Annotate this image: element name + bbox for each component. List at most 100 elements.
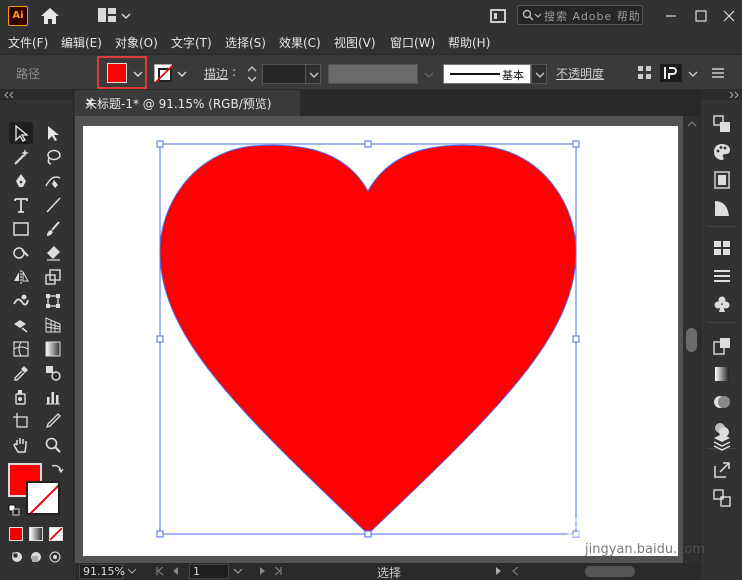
first-artboard-icon[interactable] (155, 566, 165, 576)
asset-export-icon[interactable] (712, 336, 732, 356)
graphic-styles-icon[interactable] (712, 170, 732, 190)
symbol-sprayer-tool[interactable] (9, 386, 33, 408)
eraser-tool[interactable] (41, 242, 65, 264)
blend-tool[interactable] (41, 362, 65, 384)
stroke-dropdown-chevron-icon[interactable] (177, 69, 187, 79)
zoom-dropdown-chevron-icon[interactable] (127, 566, 137, 576)
close-window-button[interactable] (712, 0, 742, 32)
menu-help[interactable]: 帮助(H) (448, 34, 490, 51)
brush-definition[interactable]: 基本 (443, 64, 531, 84)
status-menu-icon[interactable] (493, 566, 503, 576)
stroke-color-swatch[interactable] (154, 64, 173, 83)
reflect-tool[interactable] (9, 266, 33, 288)
artboard-number-input[interactable]: 1 (189, 564, 229, 579)
warp-tool[interactable] (9, 290, 33, 312)
swap-fill-stroke-icon[interactable] (50, 462, 64, 476)
vertical-scroll-thumb[interactable] (686, 328, 697, 352)
lasso-tool[interactable] (41, 146, 65, 168)
artboard-dropdown-chevron-icon[interactable] (233, 566, 243, 576)
opacity-label[interactable]: 不透明度 (556, 65, 604, 82)
menu-select[interactable]: 选择(S) (225, 34, 266, 51)
line-segment-tool[interactable] (41, 194, 65, 216)
menu-window[interactable]: 窗口(W) (390, 34, 435, 51)
fill-color-swatch[interactable] (107, 63, 127, 83)
gradient-mode-button[interactable] (29, 527, 43, 541)
stroke-weight-dropdown[interactable] (305, 64, 321, 84)
arrange-documents-icon[interactable] (490, 9, 506, 23)
workspace-layout-icon[interactable] (98, 8, 116, 22)
menu-effect[interactable]: 效果(C) (279, 34, 321, 51)
slice-tool[interactable] (41, 410, 65, 432)
next-artboard-icon[interactable] (257, 566, 267, 576)
stroke-color-box[interactable] (26, 481, 60, 515)
stroke-label[interactable]: 描边 (204, 65, 228, 82)
gradient-swatch-icon[interactable] (712, 364, 732, 384)
mesh-tool[interactable] (9, 338, 33, 360)
heart-shape[interactable] (159, 144, 577, 535)
menu-view[interactable]: 视图(V) (334, 34, 376, 51)
scale-tool[interactable] (41, 266, 65, 288)
color-mode-button[interactable] (9, 527, 23, 541)
menu-type[interactable]: 文字(T) (171, 34, 212, 51)
last-artboard-icon[interactable] (273, 566, 283, 576)
gradient-tool[interactable] (41, 338, 65, 360)
transform-panel-icon[interactable] (712, 114, 732, 134)
panel-menu-icon[interactable] (710, 65, 726, 81)
close-tab-button[interactable]: × (85, 95, 99, 109)
drawing-modes-icon[interactable] (9, 549, 69, 565)
canvas-area[interactable] (75, 116, 683, 563)
menu-object[interactable]: 对象(O) (115, 34, 158, 51)
fill-dropdown-chevron-icon[interactable] (133, 69, 143, 79)
direct-selection-tool[interactable] (41, 122, 65, 144)
menu-file[interactable]: 文件(F) (8, 34, 48, 51)
zoom-level-input[interactable]: 91.15% (79, 564, 125, 579)
shape-builder-tool[interactable] (9, 314, 33, 336)
recolor-artwork-icon[interactable] (660, 64, 682, 82)
dock-collapse-strip[interactable] (701, 90, 742, 100)
rectangle-tool[interactable] (9, 218, 33, 240)
toolbar-collapse-strip[interactable] (0, 90, 74, 100)
hand-tool[interactable] (9, 434, 33, 456)
column-graph-tool[interactable] (41, 386, 65, 408)
shaper-tool[interactable] (9, 242, 33, 264)
artboard[interactable] (83, 126, 678, 556)
chevron-down-icon[interactable] (688, 69, 698, 79)
home-icon[interactable] (40, 7, 60, 25)
color-palette-icon[interactable] (712, 142, 732, 162)
search-help-input[interactable]: 搜索 Adobe 帮助 (517, 5, 643, 25)
scroll-left-icon[interactable] (511, 566, 521, 576)
symbols-club-icon[interactable] (712, 294, 732, 314)
transparency-icon[interactable] (712, 392, 732, 412)
none-mode-button[interactable] (49, 527, 63, 541)
type-tool[interactable] (9, 194, 33, 216)
brushes-panel-icon[interactable] (712, 266, 732, 286)
pen-tool[interactable] (9, 170, 33, 192)
chevron-down-icon[interactable] (121, 11, 131, 21)
stroke-weight-input[interactable] (262, 64, 306, 84)
stroke-weight-stepper-icon[interactable] (245, 64, 259, 84)
vertical-scrollbar[interactable] (683, 116, 700, 563)
free-transform-tool[interactable] (41, 290, 65, 312)
swatches-panel-icon[interactable] (712, 238, 732, 258)
perspective-grid-tool[interactable] (41, 314, 65, 336)
chevron-down-icon[interactable] (424, 70, 434, 80)
artboard-tool[interactable] (9, 410, 33, 432)
brush-dropdown[interactable] (531, 64, 547, 84)
zoom-tool[interactable] (41, 434, 65, 456)
document-tab[interactable]: 未标题-1* @ 91.15% (RGB/预览) × (75, 90, 300, 116)
artboards-panel-icon[interactable] (712, 488, 732, 508)
export-arrow-icon[interactable] (712, 460, 732, 480)
magic-wand-tool[interactable] (9, 146, 33, 168)
minimize-button[interactable] (654, 0, 688, 32)
default-fill-stroke-icon[interactable] (8, 504, 20, 516)
scroll-up-icon[interactable] (687, 120, 697, 128)
menu-edit[interactable]: 编辑(E) (61, 34, 102, 51)
gradient-panel-icon[interactable] (712, 198, 732, 218)
curvature-tool[interactable] (41, 170, 65, 192)
variable-width-profile[interactable] (328, 64, 418, 84)
layers-icon[interactable] (712, 432, 732, 452)
eyedropper-tool[interactable] (9, 362, 33, 384)
previous-artboard-icon[interactable] (171, 566, 181, 576)
paintbrush-tool[interactable] (41, 218, 65, 240)
align-grid-icon[interactable] (637, 65, 653, 81)
